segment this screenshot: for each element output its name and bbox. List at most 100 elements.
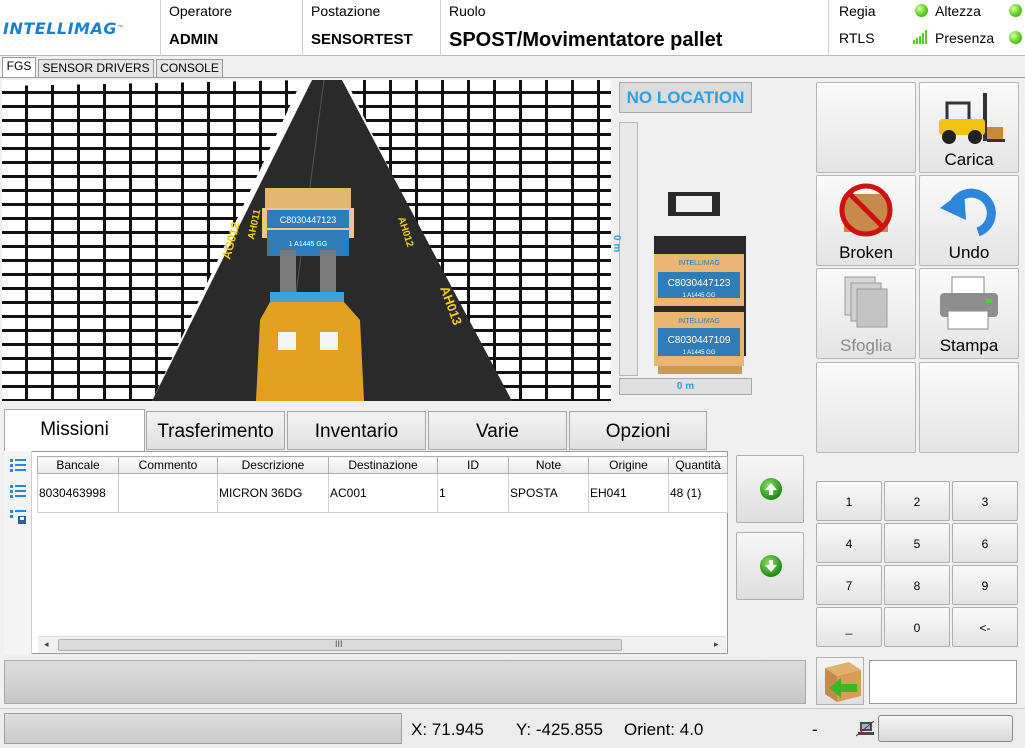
keypad-key-underscore[interactable]: _ (816, 607, 882, 647)
height-label: 0 m (611, 235, 622, 253)
rtls-label: RTLS (839, 30, 875, 46)
keypad-key-9[interactable]: 9 (952, 565, 1018, 605)
empty-action-button[interactable] (816, 362, 916, 453)
orientation: Orient: 4.0 (624, 720, 704, 739)
postazione-label: Postazione (311, 3, 381, 19)
empty-action-button[interactable] (816, 82, 916, 173)
keypad-key-2[interactable]: 2 (884, 481, 950, 521)
scroll-grip: III (335, 639, 343, 649)
import-button[interactable] (816, 657, 864, 705)
list-icon[interactable] (10, 458, 26, 475)
undo-button[interactable]: Undo (919, 175, 1019, 266)
tab-opzioni[interactable]: Opzioni (569, 411, 707, 450)
tab-console[interactable]: CONSOLE (156, 59, 223, 77)
tab-fgs[interactable]: FGS (2, 57, 36, 77)
keypad-key-0[interactable]: 0 (884, 607, 950, 647)
stampa-button[interactable]: Stampa (919, 268, 1019, 359)
presenza-label: Presenza (935, 30, 995, 46)
column-header[interactable]: Origine (588, 456, 669, 474)
column-header[interactable]: Commento (118, 456, 218, 474)
column-header[interactable]: Destinazione (328, 456, 438, 474)
forklift-side-view: INTELLIMAG C8030447123 1 A1445 GG INTELL… (646, 190, 754, 376)
table-cell: SPOSTA (508, 473, 589, 513)
regia-status-icon (915, 4, 928, 17)
ruolo-field: Ruolo SPOST/Movimentatore pallet (440, 0, 828, 56)
keypad-key-8[interactable]: 8 (884, 565, 950, 605)
keypad-key-1[interactable]: 1 (816, 481, 882, 521)
tab-divider (0, 77, 1025, 78)
table-cell: MICRON 36DG (217, 473, 329, 513)
pallet-code: C8030447123 (280, 215, 337, 225)
table-cell: 1 (437, 473, 509, 513)
status-message-area (4, 713, 402, 744)
ruolo-value: SPOST/Movimentatore pallet (449, 29, 723, 51)
keypad-key-4[interactable]: 4 (816, 523, 882, 563)
empty-action-button[interactable] (919, 362, 1019, 453)
pallet-sub-bottom: 1 A1445 GG (682, 350, 715, 356)
status-dash: - (812, 720, 818, 739)
table-cell: EH041 (588, 473, 669, 513)
pallet-brand: INTELLIMAG (678, 260, 720, 267)
postazione-field: Postazione SENSORTEST (302, 0, 440, 56)
table-tools (4, 451, 32, 654)
warehouse-3d-view[interactable]: AG012 AH011 AH012 AH013 C8030447123 1 A1… (2, 80, 611, 401)
list-icon[interactable] (10, 484, 26, 501)
barcode-input[interactable] (869, 660, 1017, 704)
column-header[interactable]: ID (437, 456, 509, 474)
app-logo: INTELLIMAG ™ (0, 0, 160, 56)
pallet-code-bottom: C8030447109 (668, 335, 731, 346)
tab-sensor-drivers[interactable]: SENSOR DRIVERS (38, 59, 154, 77)
tab-missioni[interactable]: Missioni (4, 409, 145, 452)
horizontal-scrollbar[interactable]: ◂ III ▸ (38, 636, 726, 653)
presenza-status-icon (1009, 31, 1022, 44)
tab-varie[interactable]: Varie (428, 411, 567, 450)
missions-table: Bancale Commento Descrizione Destinazion… (37, 456, 728, 513)
pallet-sub-top: 1 A1445 GG (682, 293, 715, 299)
scroll-thumb[interactable]: III (58, 639, 622, 651)
header-bar: INTELLIMAG ™ Operatore ADMIN Postazione S… (0, 0, 1025, 56)
table-row[interactable]: 8030463998 MICRON 36DG AC001 1 SPOSTA EH… (37, 473, 728, 513)
operatore-value: ADMIN (169, 31, 219, 48)
keypad-key-7[interactable]: 7 (816, 565, 882, 605)
scroll-left-icon[interactable]: ◂ (44, 639, 49, 650)
table-header-row: Bancale Commento Descrizione Destinazion… (37, 456, 728, 474)
stampa-label: Stampa (939, 336, 999, 355)
tab-trasferimento[interactable]: Trasferimento (146, 411, 285, 450)
move-down-button[interactable] (736, 532, 804, 600)
signal-icon (913, 30, 929, 47)
scroll-right-icon[interactable]: ▸ (714, 639, 719, 650)
keypad-key-3[interactable]: 3 (952, 481, 1018, 521)
broken-label: Broken (839, 243, 893, 262)
pallet-brand: INTELLIMAG (678, 318, 720, 325)
keypad-key-backspace[interactable]: <- (952, 607, 1018, 647)
tab-inventario[interactable]: Inventario (287, 411, 426, 450)
keypad-key-5[interactable]: 5 (884, 523, 950, 563)
progress-bar (878, 715, 1013, 742)
pallet-sub: 1 A1445 GG (289, 241, 328, 248)
column-header[interactable]: Bancale (37, 456, 119, 474)
floor-height-bar: 0 m (619, 378, 752, 395)
save-list-icon[interactable] (10, 509, 26, 528)
arrow-down-icon (760, 555, 782, 577)
column-header[interactable]: Descrizione (217, 456, 329, 474)
altezza-label: Altezza (935, 3, 981, 19)
broken-button[interactable]: Broken (816, 175, 916, 266)
y-coordinate: Y: -425.855 (516, 720, 603, 739)
keypad-key-6[interactable]: 6 (952, 523, 1018, 563)
table-cell: AC001 (328, 473, 438, 513)
column-header[interactable]: Quantità (668, 456, 728, 474)
logo-text: INTELLIMAG (3, 18, 117, 38)
undo-label: Undo (948, 243, 990, 262)
column-header[interactable]: Note (508, 456, 589, 474)
status-panel: Regia RTLS Altezza Presenza (828, 0, 1025, 56)
pallet-code-top: C8030447123 (668, 278, 731, 289)
table-cell (118, 473, 218, 513)
sfoglia-button[interactable]: Sfoglia (816, 268, 916, 359)
move-up-button[interactable] (736, 455, 804, 523)
table-cell: 48 (1) (668, 473, 728, 513)
message-bar (4, 660, 806, 704)
ruolo-label: Ruolo (449, 3, 486, 19)
network-icon (855, 720, 875, 740)
arrow-up-icon (760, 478, 782, 500)
carica-button[interactable]: Carica (919, 82, 1019, 173)
